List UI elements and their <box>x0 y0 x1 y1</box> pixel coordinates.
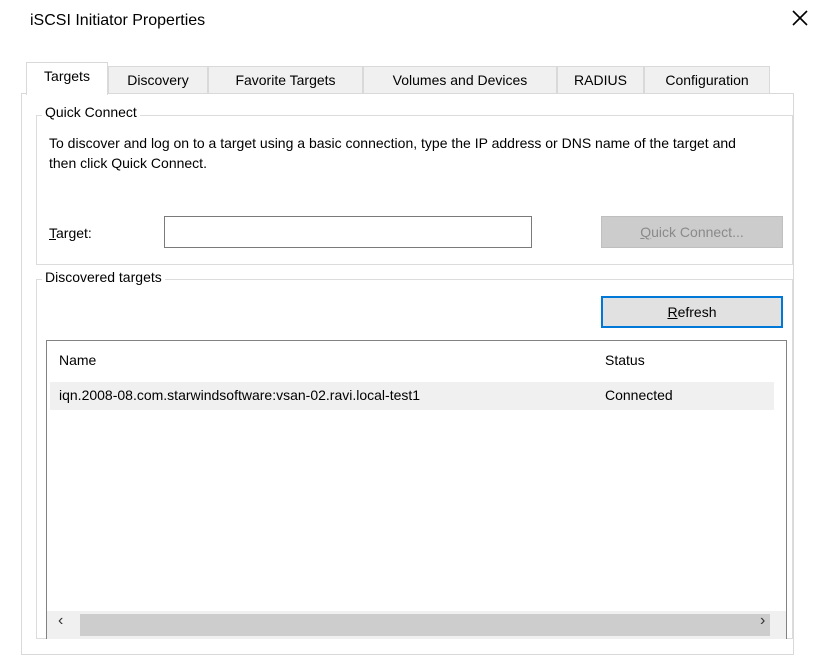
target-name-cell: iqn.2008-08.com.starwindsoftware:vsan-02… <box>59 387 421 403</box>
refresh-button[interactable]: Refresh <box>601 296 783 328</box>
column-header-status[interactable]: Status <box>605 352 645 368</box>
tab-configuration[interactable]: Configuration <box>644 66 770 94</box>
quick-connect-description: To discover and log on to a target using… <box>49 135 736 171</box>
close-icon[interactable] <box>788 6 812 30</box>
scrollbar-thumb[interactable] <box>80 614 770 636</box>
window-title: iSCSI Initiator Properties <box>30 12 206 29</box>
quick-connect-button[interactable]: Quick Connect... <box>601 216 783 248</box>
tab-radius[interactable]: RADIUS <box>557 66 644 94</box>
tab-favorite-targets[interactable]: Favorite Targets <box>208 66 363 94</box>
target-input[interactable] <box>164 216 532 248</box>
target-status-cell: Connected <box>605 387 673 403</box>
tab-discovery[interactable]: Discovery <box>108 66 208 94</box>
chevron-right-icon[interactable]: › <box>760 612 765 630</box>
quick-connect-legend: Quick Connect <box>42 104 140 120</box>
column-header-name[interactable]: Name <box>59 352 96 368</box>
target-label: Target: <box>49 225 92 241</box>
discovered-targets-legend: Discovered targets <box>42 269 165 285</box>
tab-targets[interactable]: Targets <box>26 62 108 95</box>
tab-volumes-and-devices[interactable]: Volumes and Devices <box>363 66 557 94</box>
chevron-left-icon[interactable]: ‹ <box>58 612 63 630</box>
